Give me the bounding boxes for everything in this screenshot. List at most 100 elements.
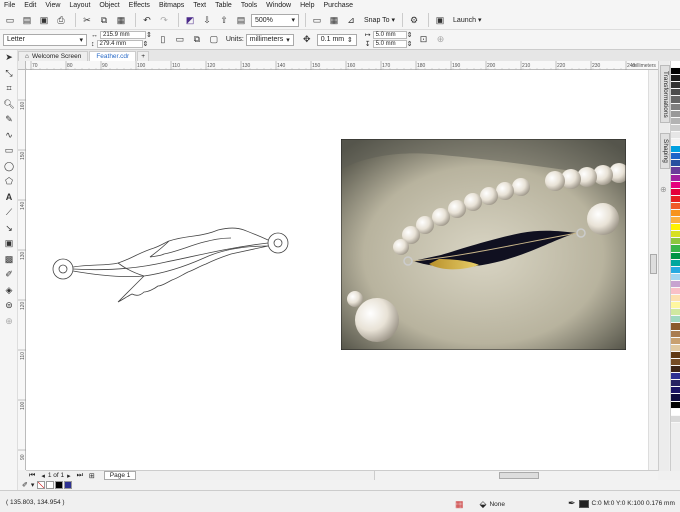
palette-swatch[interactable] [671, 302, 680, 310]
paste-icon[interactable]: ▦ [114, 13, 128, 27]
palette-menu-icon[interactable]: ▾ [31, 481, 35, 489]
page-size-select[interactable]: Letter ▾ [3, 33, 87, 46]
palette-swatch[interactable] [671, 366, 680, 374]
eyedropper-icon[interactable]: ✐ [22, 481, 28, 489]
palette-swatch[interactable] [671, 153, 680, 161]
palette-swatch[interactable] [671, 309, 680, 317]
zoom-tool-icon[interactable]: 🔍︎ [0, 97, 18, 113]
last-page-icon[interactable]: ⏭ [77, 472, 83, 480]
page-tab-page-1[interactable]: Page 1 [103, 471, 137, 480]
palette-swatch[interactable] [671, 259, 680, 267]
corel-connect-icon[interactable]: ◩ [183, 13, 197, 27]
horizontal-scroll-thumb[interactable] [499, 472, 539, 479]
options-gear-icon[interactable]: ⚙ [407, 13, 421, 27]
open-icon[interactable]: ▤ [20, 13, 34, 27]
palette-swatch[interactable] [671, 295, 680, 303]
shape-tool-icon[interactable]: ⤡ [0, 66, 18, 82]
export-icon[interactable]: ⇧ [217, 13, 231, 27]
right-ring-outer[interactable] [267, 232, 289, 254]
palette-swatch[interactable] [671, 217, 680, 225]
show-grid-icon[interactable]: ▦ [327, 13, 341, 27]
right-ring-inner[interactable] [273, 238, 283, 248]
previous-page-icon[interactable]: ◂ [41, 472, 45, 480]
palette-swatch[interactable] [671, 174, 680, 182]
palette-swatch[interactable] [671, 380, 680, 388]
feather-outline[interactable] [72, 227, 269, 303]
snap-to-dropdown[interactable]: Snap To ▾ [364, 16, 395, 24]
outline-color-chip[interactable] [578, 499, 589, 508]
publish-pdf-icon[interactable]: ▤ [234, 13, 248, 27]
stepper-icon[interactable]: ⇕ [407, 40, 413, 48]
palette-swatch[interactable] [671, 124, 680, 132]
new-tab-button[interactable]: + [137, 51, 149, 61]
new-document-icon[interactable]: ▭ [3, 13, 17, 27]
palette-swatch[interactable] [671, 238, 680, 246]
feather-pendant-photo[interactable] [341, 139, 626, 350]
application-launcher-icon[interactable]: ▣ [433, 13, 447, 27]
document-palette-swatch[interactable] [55, 481, 64, 489]
undo-icon[interactable]: ↶ [140, 13, 154, 27]
palette-swatch[interactable] [671, 188, 680, 196]
palette-swatch[interactable] [671, 252, 680, 260]
palette-swatch[interactable] [671, 75, 680, 83]
palette-swatch[interactable] [671, 373, 680, 381]
connector-tool-icon[interactable]: ↘ [0, 221, 18, 237]
palette-swatch[interactable] [671, 139, 680, 147]
stepper-icon[interactable]: ⇕ [143, 40, 149, 48]
palette-swatch[interactable] [671, 117, 680, 125]
landscape-icon[interactable]: ▭ [173, 33, 187, 47]
add-page-icon[interactable]: ⊞ [89, 472, 95, 480]
vertical-scrollbar[interactable] [648, 70, 658, 470]
tab-feather-cdr[interactable]: Feather.cdr [89, 51, 137, 61]
palette-swatch[interactable] [671, 316, 680, 324]
palette-swatch[interactable] [671, 351, 680, 359]
palette-swatch[interactable] [671, 330, 680, 338]
freehand-tool-icon[interactable]: ✎ [0, 112, 18, 128]
menu-help[interactable]: Help [300, 2, 314, 9]
document-palette-swatch[interactable] [64, 481, 73, 489]
ruler-origin[interactable] [18, 61, 26, 70]
polygon-tool-icon[interactable]: ⬠ [0, 174, 18, 190]
menu-effects[interactable]: Effects [129, 2, 150, 9]
docker-tab-shaping[interactable]: Shaping [660, 133, 670, 169]
add-preset-icon[interactable]: ⊕ [434, 33, 448, 47]
palette-swatch[interactable] [671, 337, 680, 345]
rectangle-tool-icon[interactable]: ▭ [0, 143, 18, 159]
menu-edit[interactable]: Edit [24, 2, 36, 9]
palette-swatch[interactable] [671, 273, 680, 281]
duplicate-y-field[interactable]: 5.0 mm [372, 40, 407, 48]
palette-swatch[interactable] [671, 401, 680, 409]
print-icon[interactable]: ⎙ [54, 13, 68, 27]
palette-swatch[interactable] [671, 358, 680, 367]
palette-swatch[interactable] [671, 167, 680, 175]
palette-swatch[interactable] [671, 394, 680, 402]
stepper-icon[interactable]: ⇕ [407, 31, 413, 39]
add-docker-icon[interactable]: ⊕ [660, 185, 667, 194]
palette-swatch[interactable] [671, 68, 680, 76]
palette-swatch[interactable] [671, 103, 680, 111]
color-profile-icon[interactable]: ▦ [455, 499, 464, 510]
palette-swatch[interactable] [671, 288, 680, 296]
vertical-ruler[interactable]: 1601501401301201101009080 [18, 70, 26, 510]
horizontal-ruler[interactable]: 70 80 90 100 110 120 130 140 150 160 170 180 190 200 2… [25, 61, 658, 70]
palette-swatch[interactable] [671, 61, 680, 69]
drawing-canvas[interactable] [26, 70, 648, 470]
palette-swatch[interactable] [671, 408, 680, 416]
palette-swatch[interactable] [671, 82, 680, 90]
palette-swatch[interactable] [671, 224, 680, 232]
redo-icon[interactable]: ↷ [157, 13, 171, 27]
duplicate-x-field[interactable]: 5.0 mm [372, 31, 407, 39]
cut-icon[interactable]: ✂ [80, 13, 94, 27]
import-icon[interactable]: ⇩ [200, 13, 214, 27]
feather-spine[interactable] [72, 242, 269, 271]
next-page-icon[interactable]: ▸ [67, 472, 71, 480]
drop-shadow-icon[interactable]: ▣ [0, 236, 18, 252]
palette-swatch[interactable] [671, 387, 680, 395]
left-ring-inner[interactable] [58, 264, 68, 274]
palette-swatch[interactable] [671, 266, 680, 274]
add-tool-icon[interactable]: ⊕ [0, 314, 18, 330]
pick-tool-icon[interactable]: ➤ [0, 50, 18, 66]
eyedropper-icon[interactable]: ✐ [0, 267, 18, 283]
menu-view[interactable]: View [45, 2, 60, 9]
nudge-distance-field[interactable]: 0.1 mm ⇕ [316, 33, 357, 46]
